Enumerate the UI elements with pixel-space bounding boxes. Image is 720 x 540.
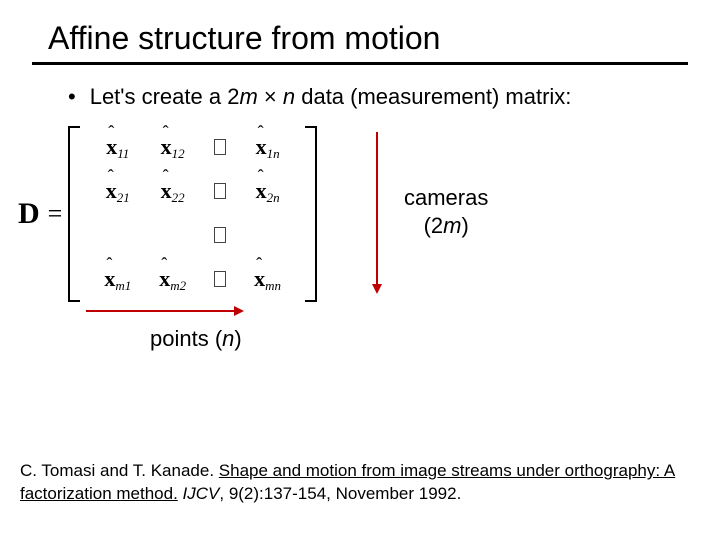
equals-sign: = [48, 199, 63, 229]
cell-sub: m2 [170, 278, 186, 293]
citation-authors: C. Tomasi and T. Kanade. [20, 461, 219, 480]
cameras-paren-open: (2 [424, 213, 444, 238]
cameras-paren-close: ) [461, 213, 468, 238]
citation-venue: IJCV [178, 484, 220, 503]
points-label: points (n) [150, 326, 242, 352]
matrix-cell: xmn [240, 258, 295, 302]
equation: D = x11 x12 x1n x21 x22 x2n [18, 126, 317, 302]
bullet-tail: data (measurement) matrix: [295, 84, 571, 109]
cameras-label: cameras (2m) [404, 184, 488, 239]
matrix-cell: xm2 [145, 258, 200, 302]
left-bracket [68, 126, 80, 302]
points-var: n [222, 326, 234, 351]
dim1-var: m [239, 84, 257, 109]
bullet-text: Let's create a 2m × n data (measurement)… [90, 84, 572, 110]
cameras-text: cameras [404, 185, 488, 210]
matrix-cell: x21 [90, 170, 145, 214]
matrix-row-ellipsis [90, 214, 295, 258]
bullet-item: • Let's create a 2m × n data (measuremen… [68, 84, 571, 110]
matrix-body: x11 x12 x1n x21 x22 x2n xm1 [68, 126, 317, 302]
ellipsis-glyph [214, 271, 226, 287]
cameras-var: m [443, 213, 461, 238]
vertical-arrow [376, 132, 378, 292]
dim1-coef: 2 [227, 84, 239, 109]
ellipsis-glyph [214, 183, 226, 199]
matrix-cell: x1n [240, 126, 295, 170]
matrix-cell-ellipsis [200, 126, 240, 170]
cell-sub: 11 [117, 146, 129, 161]
ellipsis-glyph [214, 227, 226, 243]
matrix-cell: xm1 [90, 258, 145, 302]
points-text: points ( [150, 326, 222, 351]
matrix-cell-ellipsis [200, 214, 240, 258]
cell-sub: m1 [115, 278, 131, 293]
cell-sub: 2n [267, 190, 280, 205]
matrix-cell: x2n [240, 170, 295, 214]
cell-sub: 21 [117, 190, 130, 205]
points-paren-close: ) [234, 326, 241, 351]
slide-title: Affine structure from motion [48, 20, 440, 57]
ellipsis-glyph [214, 139, 226, 155]
matrix-cell-ellipsis [200, 170, 240, 214]
matrix-cell: x11 [90, 126, 145, 170]
matrix-cell: x12 [145, 126, 200, 170]
matrix-cell: x22 [145, 170, 200, 214]
times-symbol: × [258, 84, 283, 109]
dim2-var: n [283, 84, 295, 109]
matrix-lhs: D [18, 197, 40, 231]
bullet-lead: Let's create a [90, 84, 228, 109]
cell-sub: mn [265, 278, 281, 293]
title-underline [32, 62, 688, 65]
right-bracket [305, 126, 317, 302]
slide: Affine structure from motion • Let's cre… [0, 0, 720, 540]
bullet-marker: • [68, 84, 76, 110]
matrix-grid: x11 x12 x1n x21 x22 x2n xm1 [90, 126, 295, 302]
matrix-row: x11 x12 x1n [90, 126, 295, 170]
cell-sub: 1n [267, 146, 280, 161]
citation: C. Tomasi and T. Kanade. Shape and motio… [20, 460, 690, 506]
citation-rest: , 9(2):137-154, November 1992. [219, 484, 461, 503]
matrix-row: x21 x22 x2n [90, 170, 295, 214]
cell-sub: 22 [172, 190, 185, 205]
matrix-row: xm1 xm2 xmn [90, 258, 295, 302]
cell-sub: 12 [172, 146, 185, 161]
horizontal-arrow [86, 310, 242, 312]
matrix-cell-ellipsis [200, 258, 240, 302]
